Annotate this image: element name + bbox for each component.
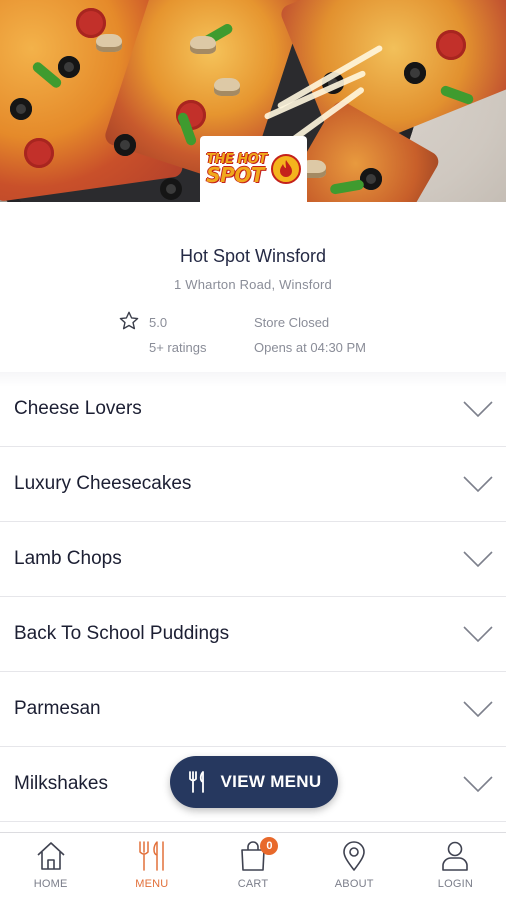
chevron-down-icon [463,476,493,493]
category-item[interactable]: Luxury Cheesecakes [0,447,506,522]
category-label: Milkshakes [14,773,108,794]
nav-cart-label: CART [237,878,269,890]
location-pin-icon [343,841,366,871]
nav-menu-label: MENU [135,878,169,890]
cutlery-icon [188,771,204,793]
flame-icon [270,154,301,184]
chevron-down-icon [463,701,493,718]
mushroom-topping [214,78,240,96]
pepperoni-topping [76,8,106,38]
category-item[interactable]: Lamb Chops [0,522,506,597]
nav-login[interactable]: LOGIN [405,833,506,900]
view-menu-label: VIEW MENU [220,772,322,791]
category-list: Cheese Lovers Luxury Cheesecakes Lamb Ch… [0,372,506,822]
mushroom-topping [96,34,122,52]
nav-login-label: LOGIN [437,878,474,890]
nav-menu[interactable]: MENU [101,833,202,900]
rating-count: 5+ ratings [149,340,207,355]
category-label: Back To School Puddings [14,623,230,644]
star-icon [119,311,139,330]
chevron-down-icon [463,401,493,418]
store-status: Store Closed [254,315,330,330]
pepperoni-topping [24,138,54,168]
category-item[interactable]: Parmesan [0,672,506,747]
hero-banner: THE HOT SPOT [0,0,506,202]
nav-cart[interactable]: 0 CART [202,833,303,900]
nav-about-label: ABOUT [334,878,374,890]
store-logo: THE HOT SPOT [200,136,307,202]
store-address: 1 Wharton Road, Winsford [174,277,332,292]
category-label: Cheese Lovers [14,398,142,419]
chevron-down-icon [463,551,493,568]
chevron-down-icon [463,776,493,793]
category-label: Luxury Cheesecakes [14,473,192,494]
olive-topping [10,98,32,120]
bottom-nav: HOME MENU 0 CART ABOUT LOGIN [0,832,506,900]
opening-time: Opens at 04:30 PM [254,340,367,355]
mushroom-topping [190,36,216,54]
home-icon [37,842,65,870]
pepperoni-topping [436,30,466,60]
nav-about[interactable]: ABOUT [304,833,405,900]
cart-badge: 0 [260,837,279,855]
nav-home[interactable]: HOME [0,833,101,900]
store-name: Hot Spot Winsford [179,246,327,266]
olive-topping [58,56,80,78]
rating-value: 5.0 [149,315,168,330]
olive-topping [404,62,426,84]
chevron-down-icon [463,626,493,643]
olive-topping [114,134,136,156]
nav-home-label: HOME [33,878,68,890]
user-icon [442,841,469,871]
view-menu-button[interactable]: VIEW MENU [170,756,338,808]
olive-topping [160,178,182,200]
category-item[interactable]: Back To School Puddings [0,597,506,672]
category-label: Parmesan [14,698,101,719]
category-item[interactable]: Cheese Lovers [0,372,506,447]
store-info: Hot Spot Winsford 1 Wharton Road, Winsfo… [0,202,506,372]
category-label: Lamb Chops [14,548,122,569]
logo-bottom-text: SPOT [206,162,264,187]
cutlery-icon [139,841,164,871]
